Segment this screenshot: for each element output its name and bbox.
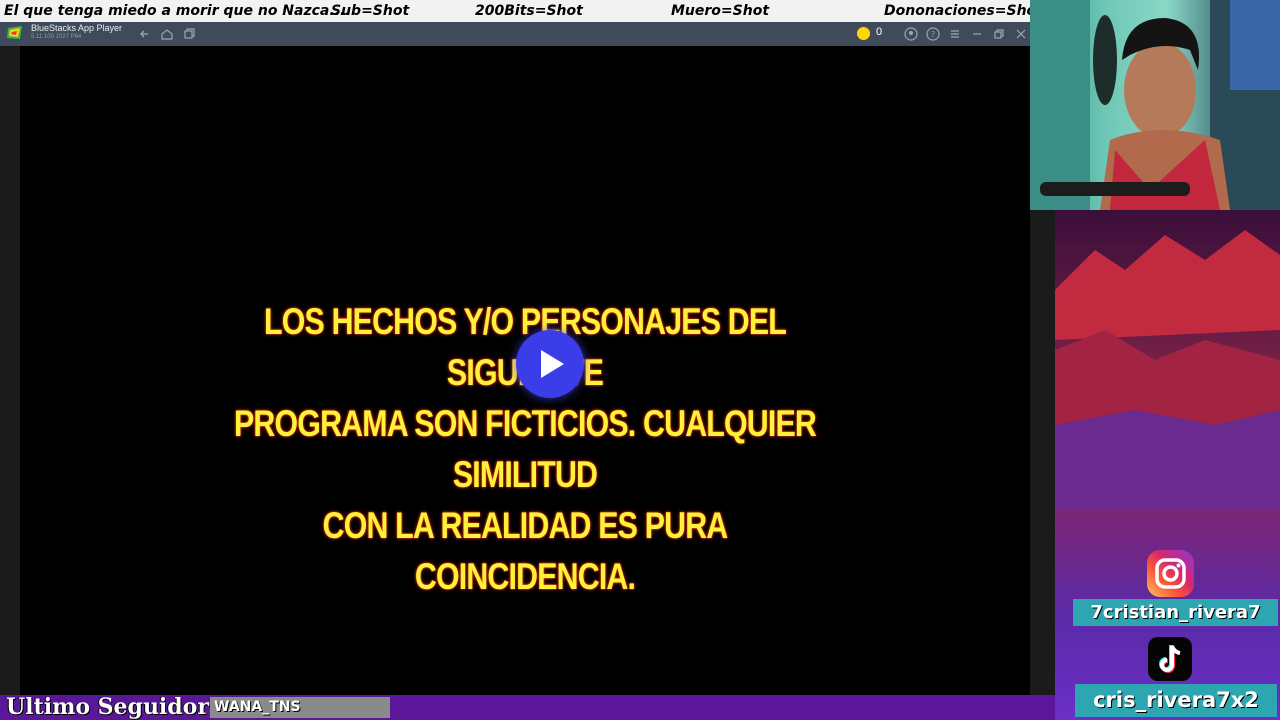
bluestacks-logo-icon: [7, 26, 22, 39]
last-follower-label: Ultimo Seguidor: [6, 694, 209, 720]
help-icon[interactable]: ?: [925, 26, 941, 42]
last-follower-name: WANA_TNS: [210, 697, 390, 718]
stream-ticker: El que tenga miedo a morir que no Nazca.…: [0, 0, 1043, 22]
minimize-icon[interactable]: [969, 26, 985, 42]
ticker-item: Muero=Shot: [671, 3, 770, 19]
back-icon[interactable]: [137, 26, 153, 42]
disclaimer-line: CON LA REALIDAD ES PURA COINCIDENCIA.: [322, 505, 729, 597]
ticker-item: Sub=Shot: [331, 3, 410, 19]
disclaimer-line: PROGRAMA SON FICTICIOS. CUALQUIER SIMILI…: [234, 403, 817, 495]
play-button[interactable]: [516, 330, 584, 398]
close-icon[interactable]: [1013, 26, 1029, 42]
instagram-icon: [1147, 550, 1194, 597]
tiktok-handle: cris_rivera7x2: [1075, 684, 1277, 717]
bluestacks-titlebar: BlueStacks App Player 5.11.100.1027 P64 …: [0, 22, 1030, 46]
ticker-item: El que tenga miedo a morir que no Nazca.…: [4, 3, 351, 19]
window-version: 5.11.100.1027 P64: [31, 34, 82, 40]
ticker-item: 200Bits=Shot: [475, 3, 583, 19]
multi-instance-icon[interactable]: [181, 26, 197, 42]
account-icon[interactable]: [903, 26, 919, 42]
video-area[interactable]: LOS HECHOS Y/O PERSONAJES DEL SIGUIENTE …: [20, 46, 1030, 695]
webcam-image: [1030, 0, 1280, 210]
left-edge: [0, 46, 20, 695]
tiktok-icon: [1148, 637, 1192, 681]
menu-icon[interactable]: [947, 26, 963, 42]
coin-icon[interactable]: [857, 27, 870, 40]
coin-count: 0: [876, 26, 883, 38]
restore-icon[interactable]: [991, 26, 1007, 42]
webcam-feed: [1030, 0, 1280, 210]
play-icon: [541, 350, 564, 378]
svg-text:?: ?: [931, 30, 935, 39]
instagram-handle: 7cristian_rivera7: [1073, 599, 1278, 626]
window-title: BlueStacks App Player: [31, 23, 123, 33]
home-icon[interactable]: [159, 26, 175, 42]
right-sidebar: [1030, 210, 1055, 695]
ticker-item: Dononaciones=Shot: [884, 3, 1043, 19]
